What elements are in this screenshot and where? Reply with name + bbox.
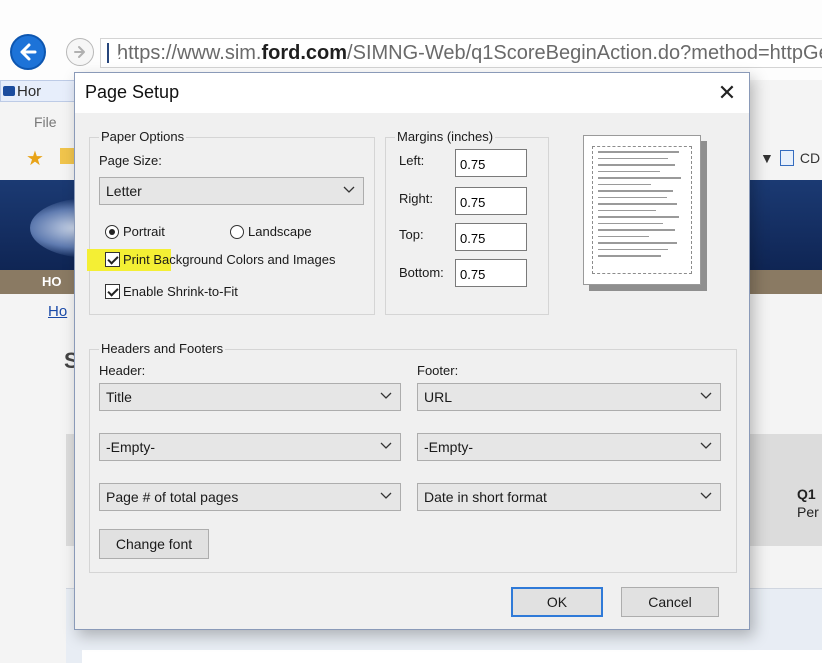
toolbar-right-item[interactable]: ▼ CD [760,150,820,166]
shrink-to-fit-label: Enable Shrink-to-Fit [123,284,238,299]
top-margin-label: Top: [399,227,424,242]
chevron-down-icon [343,186,355,193]
radio-circle [230,224,244,239]
ok-button[interactable]: OK [511,587,603,617]
landscape-label: Landscape [248,224,312,239]
home-link[interactable]: Ho [48,303,67,320]
page-size-select[interactable]: Letter [99,177,364,205]
toolbar-right-label: CD [799,150,821,166]
favorites-star-icon[interactable]: ★ [26,146,44,171]
dialog-title: Page Setup [85,82,180,102]
header-select-3[interactable]: Page # of total pages [99,483,401,511]
back-button[interactable] [10,34,46,70]
content-footer-inner [82,650,822,663]
chevron-down-icon [700,442,712,449]
chevron-down-icon [700,392,712,399]
folder-icon[interactable] [60,148,74,164]
page-size-label: Page Size: [99,153,162,168]
radio-dot [109,228,115,235]
print-background-label: Print Background Colors and Images [123,252,336,267]
header-label: Header: [99,363,146,378]
footer-select-3[interactable]: Date in short format [417,483,721,511]
paper-options-legend: Paper Options [99,129,187,144]
shrink-to-fit-checkbox[interactable]: Enable Shrink-to-Fit [105,284,238,299]
bottom-margin-label: Bottom: [399,265,444,280]
page-icon [779,150,794,166]
address-bar[interactable]: https://www.sim.ford.com/SIMNG-Web/q1Sco… [100,38,822,68]
close-icon: ✕ [717,80,737,105]
footer-value-2: -Empty- [424,439,473,455]
right-margin-label: Right: [399,191,433,206]
bottom-margin-input[interactable] [455,259,527,287]
nav-home-label[interactable]: HO [42,274,62,289]
chevron-down-icon: ▼ [760,150,774,166]
margins-legend: Margins (inches) [395,129,496,144]
footer-select-2[interactable]: -Empty- [417,433,721,461]
portrait-radio[interactable]: Portrait [105,224,165,239]
right-margin-input[interactable] [455,187,527,215]
dialog-titlebar: Page Setup ✕ [75,73,749,113]
cancel-button[interactable]: Cancel [621,587,719,617]
header-value-1: Title [106,389,132,405]
header-value-3: Page # of total pages [106,489,239,505]
browser-tab[interactable]: Hor [0,80,75,102]
chevron-down-icon [700,492,712,499]
top-margin-input[interactable] [455,223,527,251]
portrait-label: Portrait [123,224,165,239]
checkbox-checked-icon [105,284,120,299]
menu-file[interactable]: File [34,114,57,130]
header-value-2: -Empty- [106,439,155,455]
tab-label: Hor [17,82,42,100]
preview-page-content [592,146,692,274]
header-select-1[interactable]: Title [99,383,401,411]
site-favicon-icon [3,86,15,96]
chevron-down-icon [380,442,392,449]
arrow-left-icon [20,43,37,61]
header-select-2[interactable]: -Empty- [99,433,401,461]
chevron-down-icon [380,392,392,399]
page-setup-dialog: Page Setup ✕ Paper Options Page Size: Le… [74,72,750,630]
radio-circle [105,224,119,239]
q1-label: Q1 [797,486,816,502]
headers-footers-legend: Headers and Footers [99,341,226,356]
left-margin-input[interactable] [455,149,527,177]
left-margin-label: Left: [399,153,425,168]
chevron-down-icon [380,492,392,499]
print-background-checkbox[interactable]: Print Background Colors and Images [105,252,335,267]
forward-button[interactable] [66,38,94,66]
footer-value-3: Date in short format [424,489,547,505]
change-font-button[interactable]: Change font [99,529,209,559]
certificate-icon[interactable] [107,43,109,63]
landscape-radio[interactable]: Landscape [230,224,312,239]
page-size-value: Letter [106,183,142,199]
url-text: https://www.sim.ford.com/SIMNG-Web/q1Sco… [117,41,822,64]
close-button[interactable]: ✕ [709,77,745,109]
arrow-right-icon [74,46,85,58]
footer-value-1: URL [424,389,453,405]
page-preview [583,135,701,285]
checkbox-checked-icon [105,252,120,267]
footer-select-1[interactable]: URL [417,383,721,411]
footer-label: Footer: [417,363,459,378]
per-label: Per [797,504,819,520]
